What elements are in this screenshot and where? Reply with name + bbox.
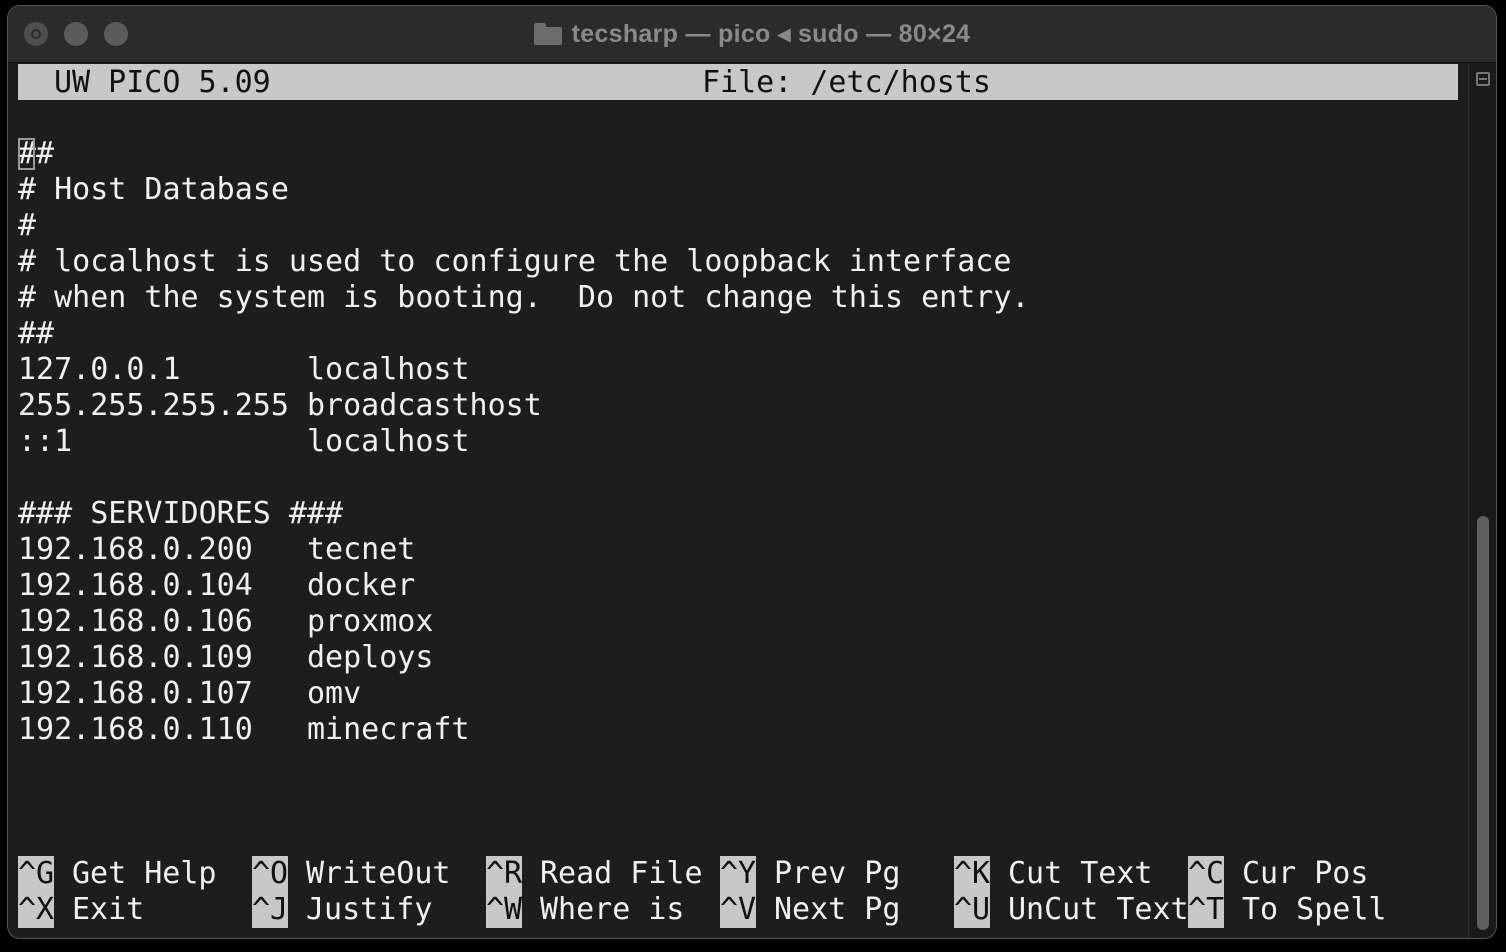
window-title-text: tecsharp — pico ◂ sudo — 80×24 [571, 20, 971, 48]
content-line: ### SERVIDORES ### [18, 496, 344, 531]
shortcut-label: To Spell [1242, 892, 1387, 927]
shortcut-key: ^U [954, 892, 991, 928]
shortcut-label: Cur Pos [1242, 856, 1369, 891]
shortcut-key: ^J [252, 892, 289, 928]
content-line: 192.168.0.200 tecnet [18, 532, 416, 567]
content-line: 192.168.0.110 minecraft [18, 712, 470, 747]
shortcut-key: ^O [252, 856, 289, 892]
terminal-window: tecsharp — pico ◂ sudo — 80×24 UW PICO 5… [8, 6, 1496, 938]
scrollbar-toggle-icon[interactable] [1476, 72, 1490, 86]
shortcut-key: ^K [954, 856, 991, 892]
content-line: 255.255.255.255 broadcasthost [18, 388, 542, 423]
shortcut-key: ^X [18, 892, 55, 928]
shortcut-key: ^G [18, 856, 55, 892]
shortcut-label: Where is [540, 892, 685, 927]
content-line: 192.168.0.104 docker [18, 568, 416, 603]
title-bar: tecsharp — pico ◂ sudo — 80×24 [8, 6, 1496, 63]
shortcut-key: ^Y [720, 856, 757, 892]
shortcut-label: Get Help [72, 856, 217, 891]
content-line: 192.168.0.107 omv [18, 676, 362, 711]
shortcut-label: Read File [540, 856, 703, 891]
content-line: # when the system is booting. Do not cha… [18, 280, 1030, 315]
scrollbar[interactable] [1468, 64, 1496, 938]
content-line: # localhost is used to configure the loo… [18, 244, 1012, 279]
content-line: 192.168.0.106 proxmox [18, 604, 434, 639]
shortcut-label: Cut Text [1008, 856, 1153, 891]
content-line: ## [18, 316, 55, 351]
terminal-content[interactable]: UW PICO 5.09 File: /etc/hosts ## # Host D… [18, 64, 1458, 936]
text-cursor [18, 138, 35, 170]
content-line: 127.0.0.1 localhost [18, 352, 470, 387]
shortcut-label: Exit [72, 892, 145, 927]
window-title: tecsharp — pico ◂ sudo — 80×24 [8, 6, 1496, 62]
content-line: 192.168.0.109 deploys [18, 640, 434, 675]
content-line: # [18, 208, 37, 243]
folder-icon [533, 23, 562, 45]
shortcut-label: WriteOut [306, 856, 451, 891]
scroll-thumb[interactable] [1477, 516, 1489, 930]
content-line: # Host Database [18, 172, 289, 207]
shortcut-key: ^T [1188, 892, 1225, 928]
shortcut-label: Prev Pg [774, 856, 901, 891]
shortcut-key: ^R [486, 856, 523, 892]
shortcut-key: ^W [486, 892, 523, 928]
shortcut-label: Next Pg [774, 892, 901, 927]
content-line: ::1 localhost [18, 424, 470, 459]
pico-header: UW PICO 5.09 File: /etc/hosts [18, 64, 1458, 100]
shortcut-label: Justify [306, 892, 433, 927]
editor-name: UW PICO 5.09 [54, 65, 271, 100]
shortcut-key: ^C [1188, 856, 1225, 892]
file-label: File: /etc/hosts [702, 65, 991, 100]
shortcut-label: UnCut Text [1008, 892, 1189, 927]
shortcut-key: ^V [720, 892, 757, 928]
